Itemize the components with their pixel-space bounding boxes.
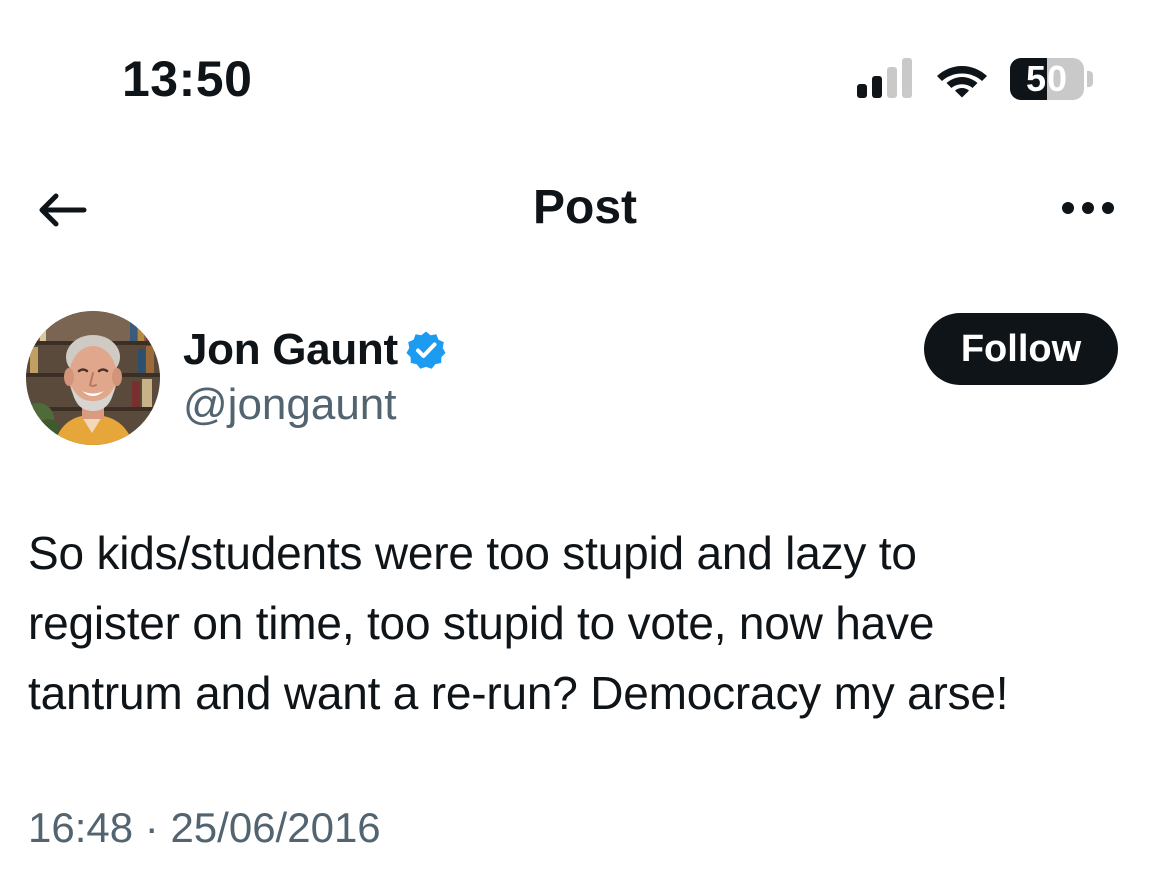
more-horizontal-icon — [1062, 202, 1114, 214]
battery-icon: 50 — [1010, 58, 1094, 100]
profile-photo — [26, 311, 160, 445]
battery-level: 50 — [1025, 58, 1069, 99]
signal-icon — [857, 58, 912, 98]
post-text: So kids/students were too stupid and laz… — [28, 527, 1009, 719]
author-handle[interactable]: @jongaunt — [183, 378, 397, 432]
status-time: 13:50 — [122, 51, 253, 107]
author-name[interactable]: Jon Gaunt — [183, 322, 398, 378]
battery-body: 50 — [1010, 58, 1084, 100]
avatar[interactable] — [26, 311, 160, 445]
verified-badge-icon — [406, 331, 446, 369]
timestamp-separator: · — [144, 804, 159, 851]
page-title: Post — [532, 181, 637, 234]
post-timestamp[interactable]: 16:48 · 25/06/2016 — [28, 800, 381, 856]
follow-button[interactable]: Follow — [924, 313, 1118, 385]
more-options-button[interactable] — [1052, 188, 1124, 228]
post-screen: 13:50 50 Post Jon Gaunt @jongaunt Follow… — [0, 0, 1170, 882]
post-time[interactable]: 16:48 — [28, 804, 133, 851]
wifi-icon — [937, 66, 987, 98]
author-name-row[interactable]: Jon Gaunt — [183, 322, 446, 378]
battery-cap — [1087, 71, 1093, 87]
post-date[interactable]: 25/06/2016 — [170, 804, 380, 851]
